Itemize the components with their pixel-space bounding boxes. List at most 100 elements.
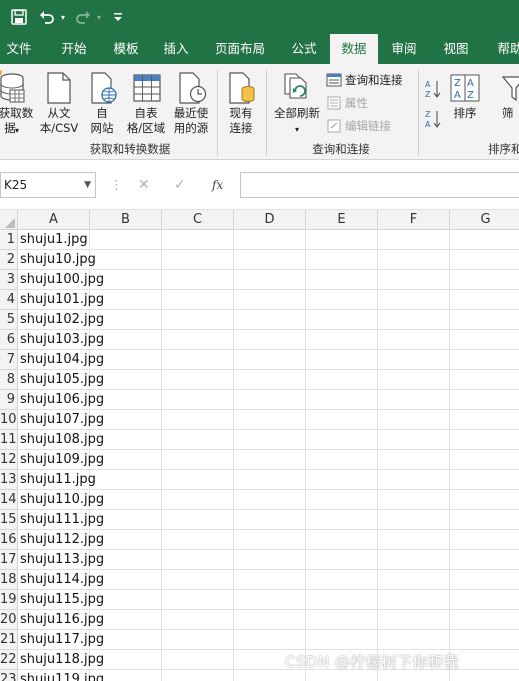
column-header-g[interactable]: G [450,210,519,230]
cell-f[interactable] [378,330,450,350]
cell-a[interactable]: shuju11.jpg [18,470,96,490]
cell-e[interactable] [306,610,378,630]
column-header-d[interactable]: D [234,210,306,230]
cell-a[interactable]: shuju117.jpg [18,630,104,650]
cell-a[interactable]: shuju105.jpg [18,370,104,390]
cell-b[interactable] [90,630,162,650]
cell-g[interactable] [450,410,519,430]
cell-b[interactable] [90,510,162,530]
cell-g[interactable] [450,230,519,250]
cell-b[interactable] [90,550,162,570]
cell-d[interactable] [234,630,306,650]
cell-d[interactable] [234,610,306,630]
cell-g[interactable] [450,490,519,510]
existing-connections-button[interactable]: 现有 连接 [222,70,260,140]
cell-c[interactable] [162,290,234,310]
cell-b[interactable] [90,670,162,681]
cell-g[interactable] [450,430,519,450]
cell-g[interactable] [450,470,519,490]
row-header[interactable]: 8 [0,370,18,390]
cell-f[interactable] [378,270,450,290]
cell-c[interactable] [162,490,234,510]
cell-d[interactable] [234,430,306,450]
cell-d[interactable] [234,550,306,570]
cell-c[interactable] [162,270,234,290]
cell-d[interactable] [234,290,306,310]
cell-a[interactable]: shuju119.jpg [18,670,104,681]
cell-a[interactable]: shuju116.jpg [18,610,104,630]
cell-g[interactable] [450,510,519,530]
tab-formulas[interactable]: 公式 [282,34,326,64]
cell-b[interactable] [90,310,162,330]
cell-c[interactable] [162,650,234,670]
select-all-corner[interactable] [0,210,18,230]
row-header[interactable]: 20 [0,610,18,630]
cell-g[interactable] [450,670,519,681]
row-header[interactable]: 3 [0,270,18,290]
cell-b[interactable] [90,410,162,430]
cell-g[interactable] [450,350,519,370]
cell-d[interactable] [234,330,306,350]
cell-d[interactable] [234,250,306,270]
sort-ascending-icon[interactable]: A Z [424,78,442,100]
sort-descending-icon[interactable]: Z A [424,108,442,130]
cell-d[interactable] [234,570,306,590]
cell-f[interactable] [378,570,450,590]
cell-e[interactable] [306,330,378,350]
cell-a[interactable]: shuju115.jpg [18,590,104,610]
cell-b[interactable] [90,390,162,410]
cell-c[interactable] [162,430,234,450]
row-header[interactable]: 1 [0,230,18,250]
column-header-b[interactable]: B [90,210,162,230]
cell-f[interactable] [378,290,450,310]
cell-d[interactable] [234,350,306,370]
cell-g[interactable] [450,250,519,270]
cell-c[interactable] [162,390,234,410]
cell-a[interactable]: shuju1.jpg [18,230,90,250]
cell-a[interactable]: shuju103.jpg [18,330,104,350]
cell-a[interactable]: shuju107.jpg [18,410,104,430]
cell-a[interactable]: shuju108.jpg [18,430,104,450]
cell-e[interactable] [306,310,378,330]
cell-c[interactable] [162,370,234,390]
cell-c[interactable] [162,590,234,610]
row-header[interactable]: 16 [0,530,18,550]
column-header-e[interactable]: E [306,210,378,230]
cell-d[interactable] [234,450,306,470]
row-header[interactable]: 2 [0,250,18,270]
cell-g[interactable] [450,270,519,290]
cell-g[interactable] [450,630,519,650]
cell-e[interactable] [306,630,378,650]
cell-b[interactable] [90,370,162,390]
cell-a[interactable]: shuju106.jpg [18,390,104,410]
cell-g[interactable] [450,450,519,470]
properties-button[interactable]: 属性 [326,93,368,113]
cell-f[interactable] [378,530,450,550]
cell-a[interactable]: shuju100.jpg [18,270,104,290]
chevron-down-icon[interactable]: ▼ [84,173,91,197]
cell-g[interactable] [450,530,519,550]
cell-e[interactable] [306,390,378,410]
cell-e[interactable] [306,250,378,270]
cell-b[interactable] [90,270,162,290]
cell-g[interactable] [450,330,519,350]
cell-f[interactable] [378,230,450,250]
cell-c[interactable] [162,630,234,650]
cell-g[interactable] [450,650,519,670]
cell-f[interactable] [378,450,450,470]
cell-f[interactable] [378,250,450,270]
cell-e[interactable] [306,570,378,590]
row-header[interactable]: 21 [0,630,18,650]
customize-icon[interactable] [110,6,126,28]
cell-b[interactable] [90,430,162,450]
cell-a[interactable]: shuju109.jpg [18,450,104,470]
cell-d[interactable] [234,270,306,290]
tab-template[interactable]: 模板 [104,34,148,64]
cell-b[interactable] [90,290,162,310]
cell-b[interactable] [90,450,162,470]
row-header[interactable]: 6 [0,330,18,350]
cell-c[interactable] [162,550,234,570]
cell-e[interactable] [306,510,378,530]
cell-a[interactable]: shuju111.jpg [18,510,104,530]
insert-function-icon[interactable]: fx [212,178,223,192]
